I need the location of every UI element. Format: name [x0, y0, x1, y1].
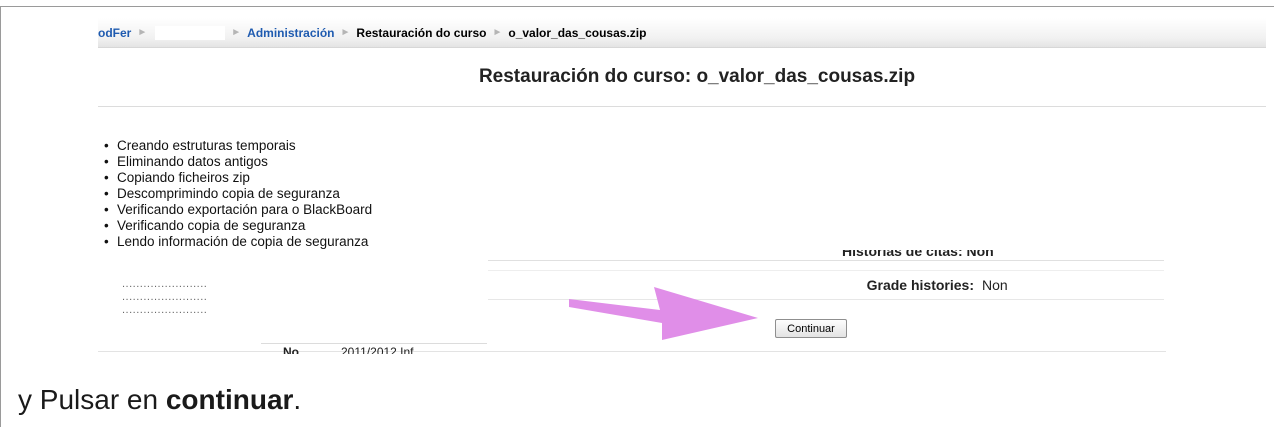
breadcrumb-site-link[interactable]: odFer [98, 26, 131, 40]
divider [98, 351, 1166, 352]
course-table-label: No [283, 345, 299, 354]
settings-row-clipped: Historias de citas: Non [488, 250, 1164, 261]
frame-left-border [0, 6, 1, 427]
progress-dots: ........................ [122, 304, 208, 316]
frame-top-border [0, 6, 1274, 7]
restore-steps-list: Creando estruturas temporais Eliminando … [104, 138, 372, 250]
list-item: Copiando ficheiros zip [104, 170, 372, 186]
list-item: Creando estruturas temporais [104, 138, 372, 154]
screenshot-panel: odFer ► ► Administración ► Restauración … [98, 18, 1266, 354]
continuar-button[interactable]: Continuar [775, 319, 847, 338]
progress-dots: ........................ [122, 278, 208, 290]
breadcrumb: odFer ► ► Administración ► Restauración … [98, 18, 1266, 48]
breadcrumb-separator-icon: ► [231, 27, 242, 38]
breadcrumb-current-file: o_valor_das_cousas.zip [508, 25, 647, 40]
progress-dots: ........................ [122, 291, 208, 303]
instruction-caption: y Pulsar en continuar. [18, 384, 301, 416]
course-table-clipped: No 2011/2012 Inf [261, 343, 487, 354]
list-item: Verificando exportación para o BlackBoar… [104, 202, 372, 218]
breadcrumb-separator-icon: ► [492, 27, 503, 38]
breadcrumb-administracion-link[interactable]: Administración [247, 26, 334, 40]
page-title: Restauración do curso: o_valor_das_cousa… [478, 66, 916, 87]
caption-suffix: . [293, 384, 302, 415]
redacted-area [155, 25, 226, 40]
course-table-value: 2011/2012 Inf [341, 345, 414, 354]
list-item: Descomprimindo copia de seguranza [104, 186, 372, 202]
breadcrumb-restauracion: Restauración do curso [356, 25, 487, 40]
grade-histories-value: Non [982, 277, 1008, 293]
breadcrumb-separator-icon: ► [340, 27, 351, 38]
grade-histories-label: Grade histories: [866, 277, 974, 293]
breadcrumb-separator-icon: ► [137, 27, 148, 38]
caption-prefix: y Pulsar en [18, 384, 166, 415]
settings-row-clipped-text: Historias de citas: Non [842, 250, 994, 259]
list-item: Verificando copia de seguranza [104, 218, 372, 234]
list-item: Lendo información de copia de seguranza [104, 234, 372, 250]
list-item: Eliminando datos antigos [104, 154, 372, 170]
caption-bold: continuar [165, 384, 294, 415]
grade-histories-row: Grade histories: Non [488, 270, 1164, 300]
page-header: Restauración do curso: o_valor_das_cousa… [98, 48, 1266, 107]
